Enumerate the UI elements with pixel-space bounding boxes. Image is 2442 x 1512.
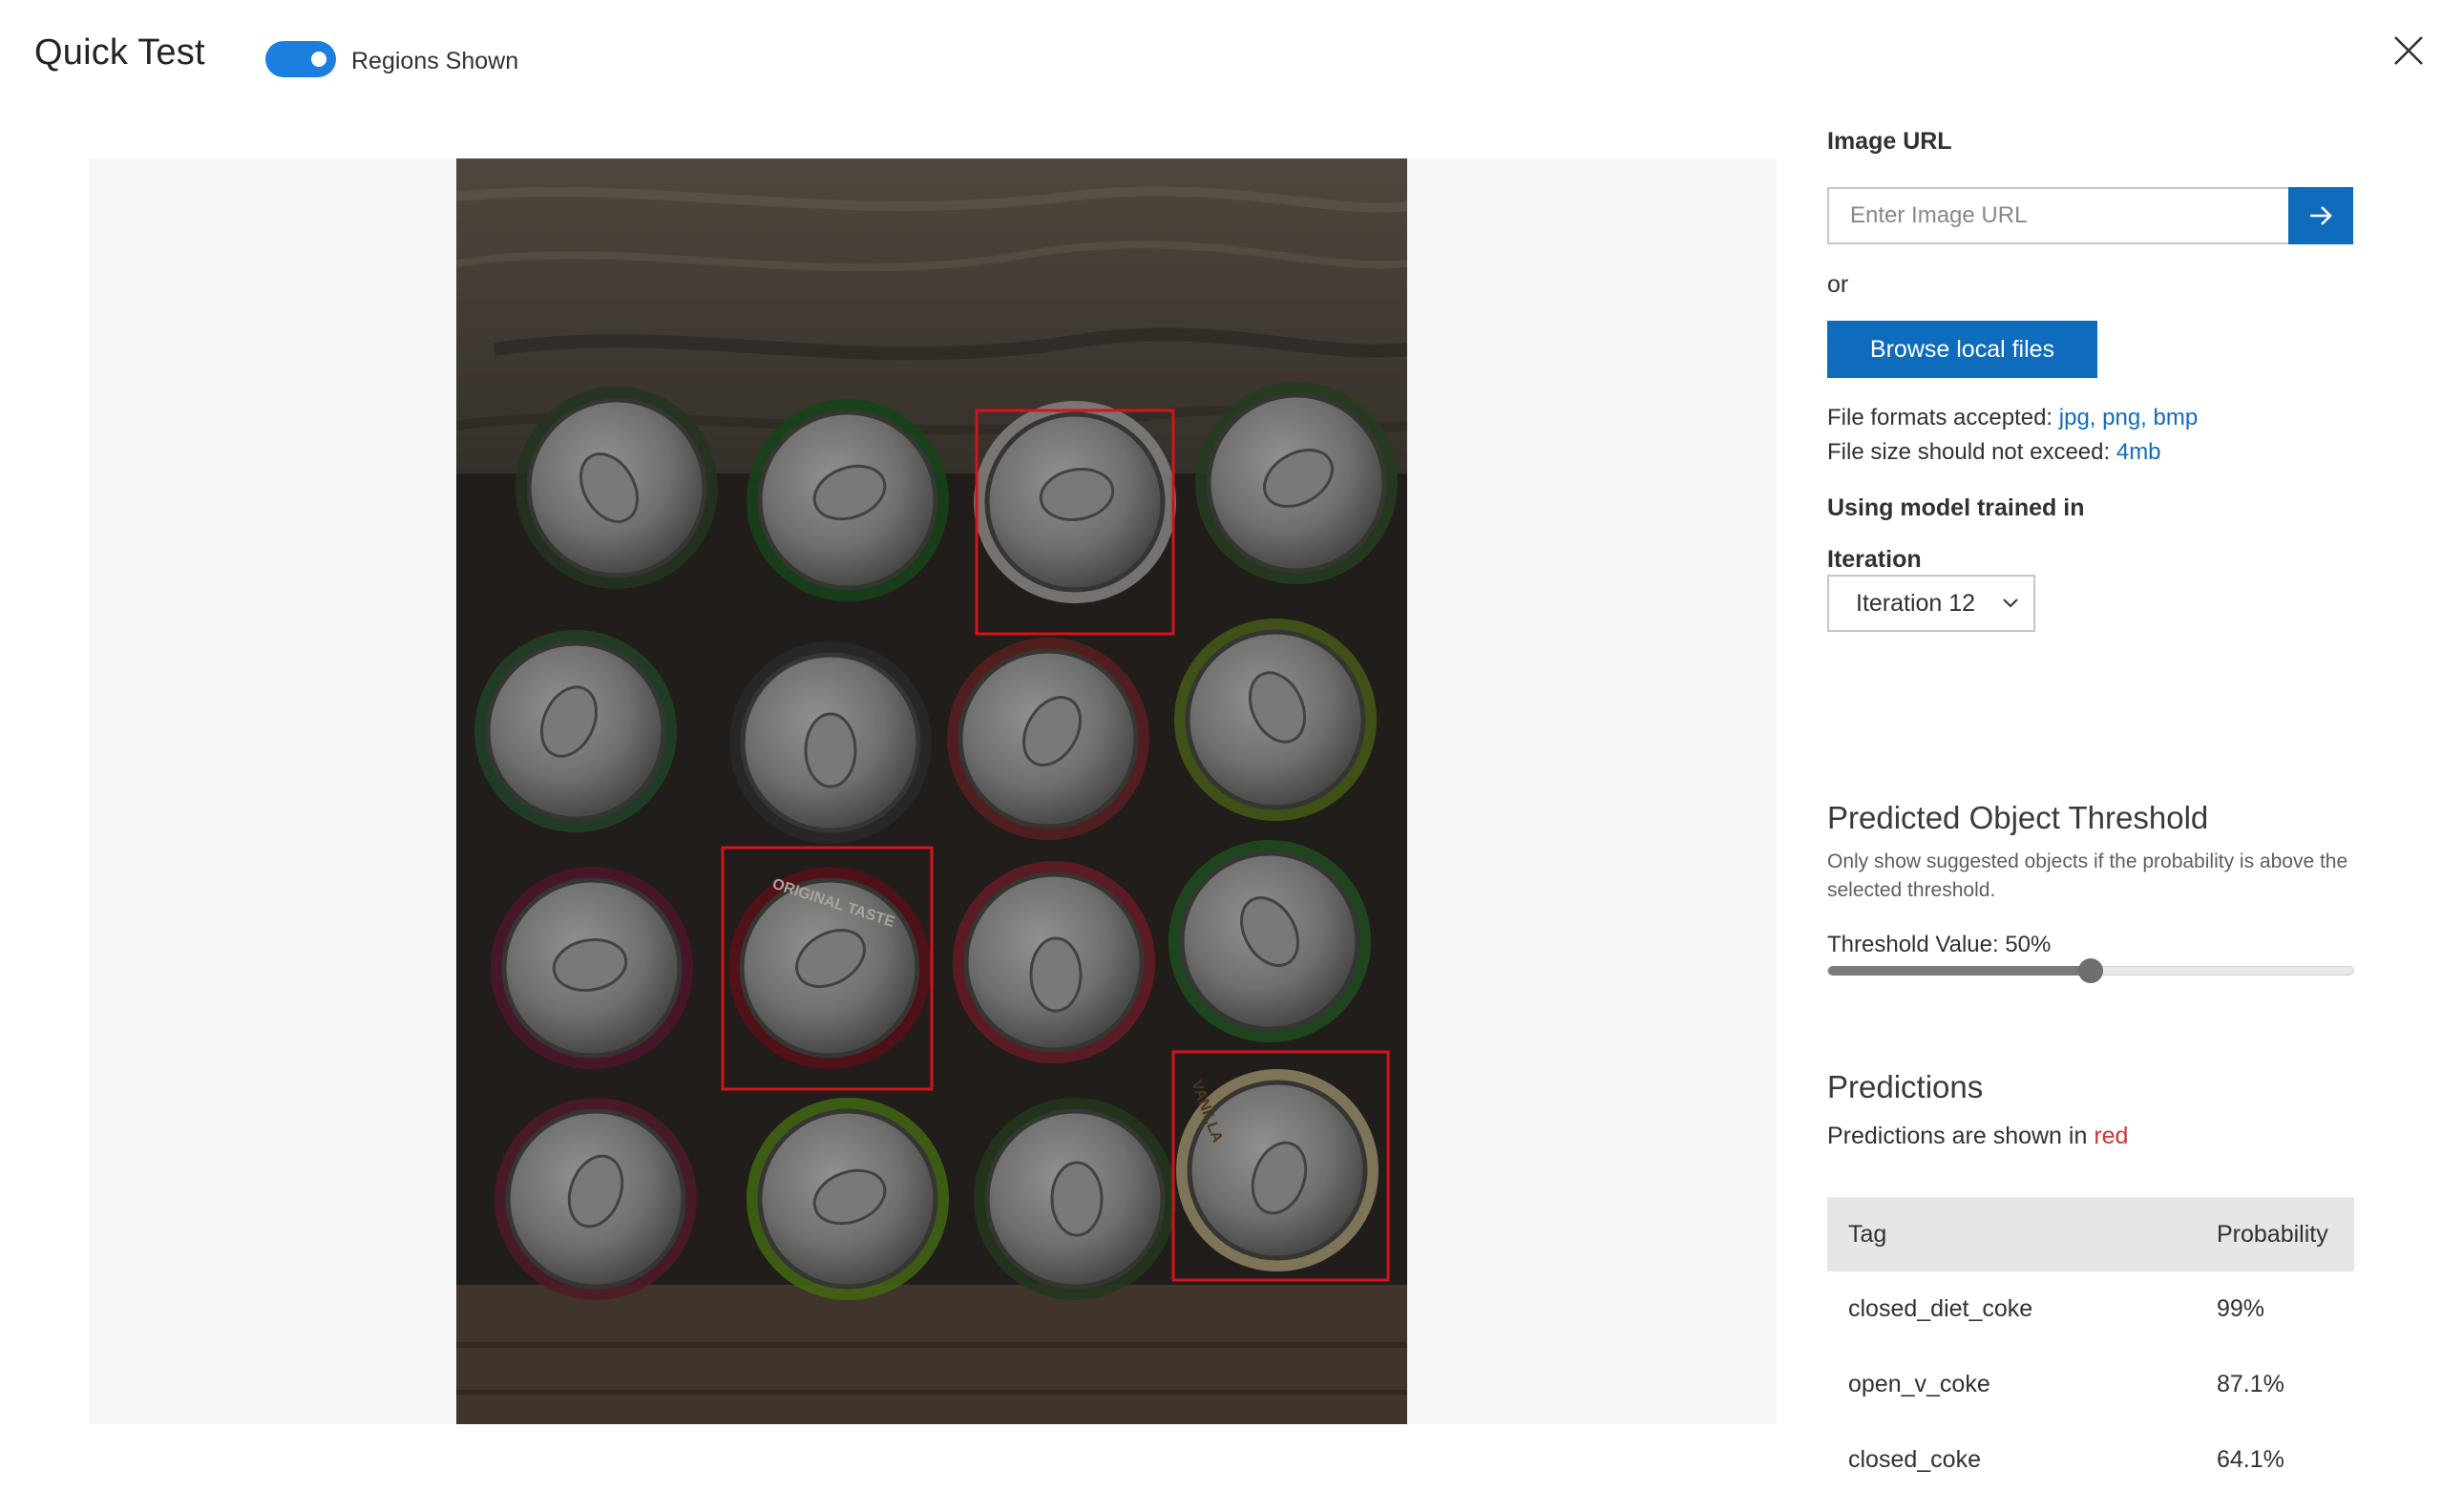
threshold-slider[interactable] [1827,958,2354,983]
close-icon [2394,36,2423,65]
predictions-note-color: red [2094,1123,2129,1149]
table-row: closed_coke 64.1% [1827,1422,2354,1498]
file-formats-prefix: File formats accepted: [1827,405,2059,430]
threshold-slider-fill [1828,966,2091,976]
iteration-dropdown[interactable]: Iteration 12 [1827,575,2035,632]
iteration-selected-value: Iteration 12 [1856,589,1976,617]
row-probability: 99% [2217,1295,2265,1322]
file-size-value: 4mb [2116,439,2161,465]
regions-shown-label: Regions Shown [351,48,519,74]
test-image: ORIGINAL TASTE VANILLA [456,158,1407,1424]
table-row: open_v_coke 87.1% [1827,1347,2354,1422]
threshold-value-label: Threshold Value: 50% [1827,932,2052,957]
submit-url-button[interactable] [2288,187,2353,244]
predictions-title: Predictions [1827,1069,1984,1104]
file-size-info: File size should not exceed: 4mb [1827,439,2161,466]
close-button[interactable] [2392,34,2425,67]
page-title: Quick Test [34,32,205,73]
regions-shown-toggle[interactable] [265,41,336,77]
file-size-prefix: File size should not exceed: [1827,439,2116,465]
row-tag: closed_coke [1848,1446,1981,1473]
row-probability: 64.1% [2217,1446,2284,1473]
row-tag: closed_diet_coke [1848,1295,2033,1322]
table-row: closed_diet_coke 99% [1827,1271,2354,1347]
predictions-table-header: Tag Probability [1827,1197,2354,1271]
or-separator: or [1827,271,1849,298]
image-url-input[interactable] [1827,187,2288,244]
model-label: Using model trained in [1827,494,2085,521]
arrow-right-icon [2310,206,2332,225]
predictions-table: Tag Probability closed_diet_coke 99% ope… [1827,1197,2354,1498]
threshold-description: Only show suggested objects if the proba… [1827,850,2348,901]
row-tag: open_v_coke [1848,1371,1990,1397]
column-header-tag: Tag [1827,1197,2209,1271]
test-image-canvas: ORIGINAL TASTE VANILLA [456,158,1407,1424]
row-probability: 87.1% [2217,1371,2284,1397]
iteration-label: Iteration [1827,546,1922,573]
threshold-slider-thumb[interactable] [2078,958,2103,983]
predictions-note-prefix: Predictions are shown in [1827,1123,2095,1149]
file-formats-value: jpg, png, bmp [2058,405,2199,430]
file-formats-info: File formats accepted: jpg, png, bmp [1827,405,2198,431]
predictions-note: Predictions are shown in red [1827,1123,2128,1150]
threshold-title: Predicted Object Threshold [1827,800,2209,835]
chevron-down-icon [2003,598,2018,608]
column-header-probability: Probability [2209,1197,2354,1271]
image-url-label: Image URL [1827,128,1952,155]
browse-local-files-button[interactable]: Browse local files [1827,321,2097,378]
toggle-knob [311,52,326,67]
